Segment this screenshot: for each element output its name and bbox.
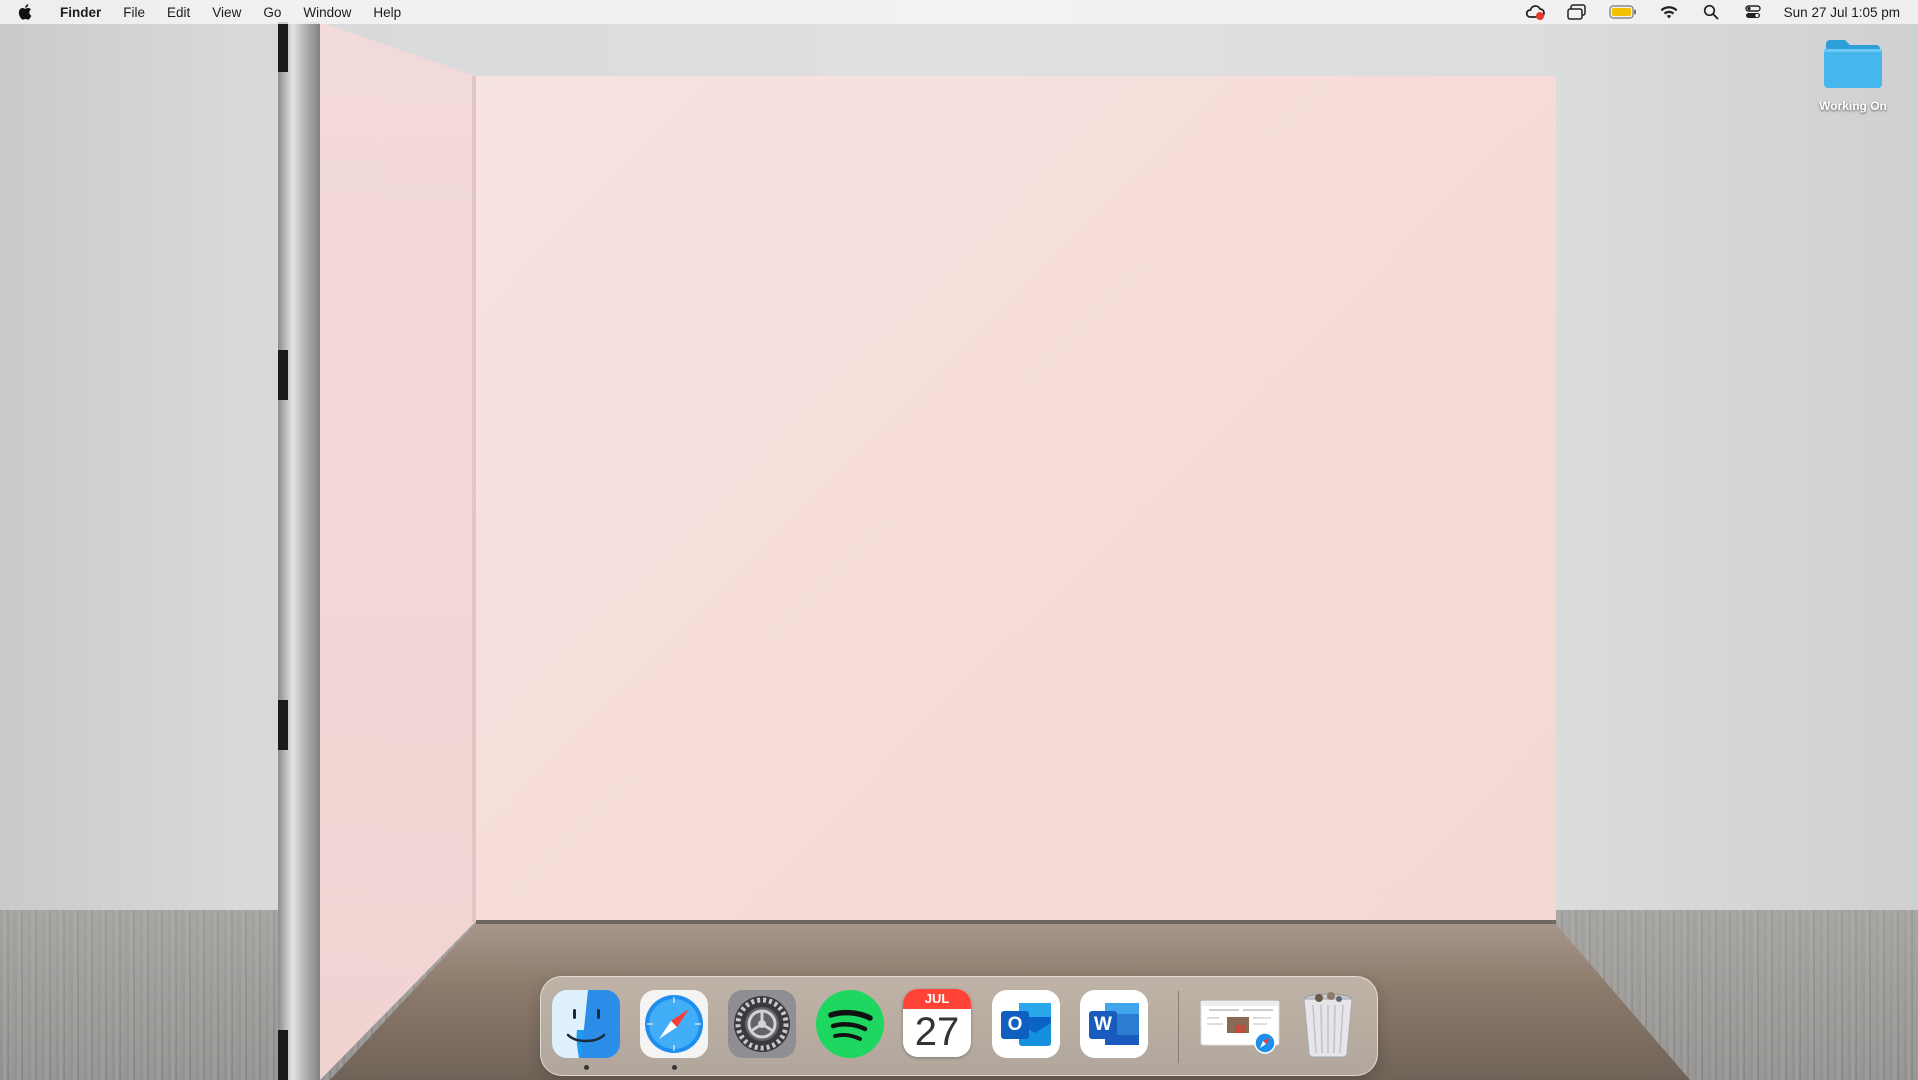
calendar-month: JUL (903, 989, 971, 1009)
wallpaper-pole (278, 22, 320, 1080)
safari-icon[interactable] (639, 989, 709, 1059)
calendar-icon[interactable]: JUL 27 (903, 989, 973, 1059)
desktop-wallpaper (0, 0, 1918, 1080)
calendar-day: 27 (914, 1010, 960, 1054)
menu-view[interactable]: View (201, 0, 252, 24)
folder-icon (1824, 40, 1882, 88)
menu-app-finder[interactable]: Finder (49, 0, 112, 24)
outlook-letter: O (1007, 1014, 1023, 1035)
wifi-icon[interactable] (1658, 2, 1680, 22)
menu-bar-clock[interactable]: Sun 27 Jul 1:05 pm (1784, 5, 1900, 20)
menu-file[interactable]: File (112, 0, 156, 24)
word-letter: W (1094, 1014, 1112, 1035)
finder-running-indicator (584, 1065, 589, 1070)
menu-window[interactable]: Window (292, 0, 362, 24)
outlook-icon[interactable]: O (991, 989, 1061, 1059)
wallpaper-back-wall (474, 76, 1556, 922)
trash-icon[interactable] (1293, 989, 1363, 1059)
dock: JUL 27 O W (540, 976, 1378, 1076)
apple-menu-icon[interactable] (17, 3, 35, 21)
finder-icon[interactable] (551, 989, 621, 1059)
battery-icon[interactable] (1608, 2, 1638, 22)
control-center-icon[interactable] (1742, 2, 1764, 22)
safari-running-indicator (672, 1065, 677, 1070)
system-settings-icon[interactable] (727, 989, 797, 1059)
spotlight-search-icon[interactable] (1700, 2, 1722, 22)
menu-go[interactable]: Go (252, 0, 292, 24)
spotify-icon[interactable] (815, 989, 885, 1059)
word-icon[interactable]: W (1079, 989, 1149, 1059)
screen-mirroring-icon[interactable] (1566, 2, 1588, 22)
creative-cloud-icon[interactable] (1524, 2, 1546, 22)
safari-minimized-window[interactable] (1199, 989, 1281, 1059)
menu-edit[interactable]: Edit (156, 0, 201, 24)
menu-help[interactable]: Help (362, 0, 412, 24)
wallpaper-side-wall (320, 22, 475, 1080)
menu-bar: Finder File Edit View Go Window Help Sun… (0, 0, 1918, 24)
desktop-folder-working-on[interactable]: Working On (1812, 38, 1894, 113)
desktop-folder-label: Working On (1819, 99, 1887, 113)
dock-separator (1178, 991, 1179, 1063)
